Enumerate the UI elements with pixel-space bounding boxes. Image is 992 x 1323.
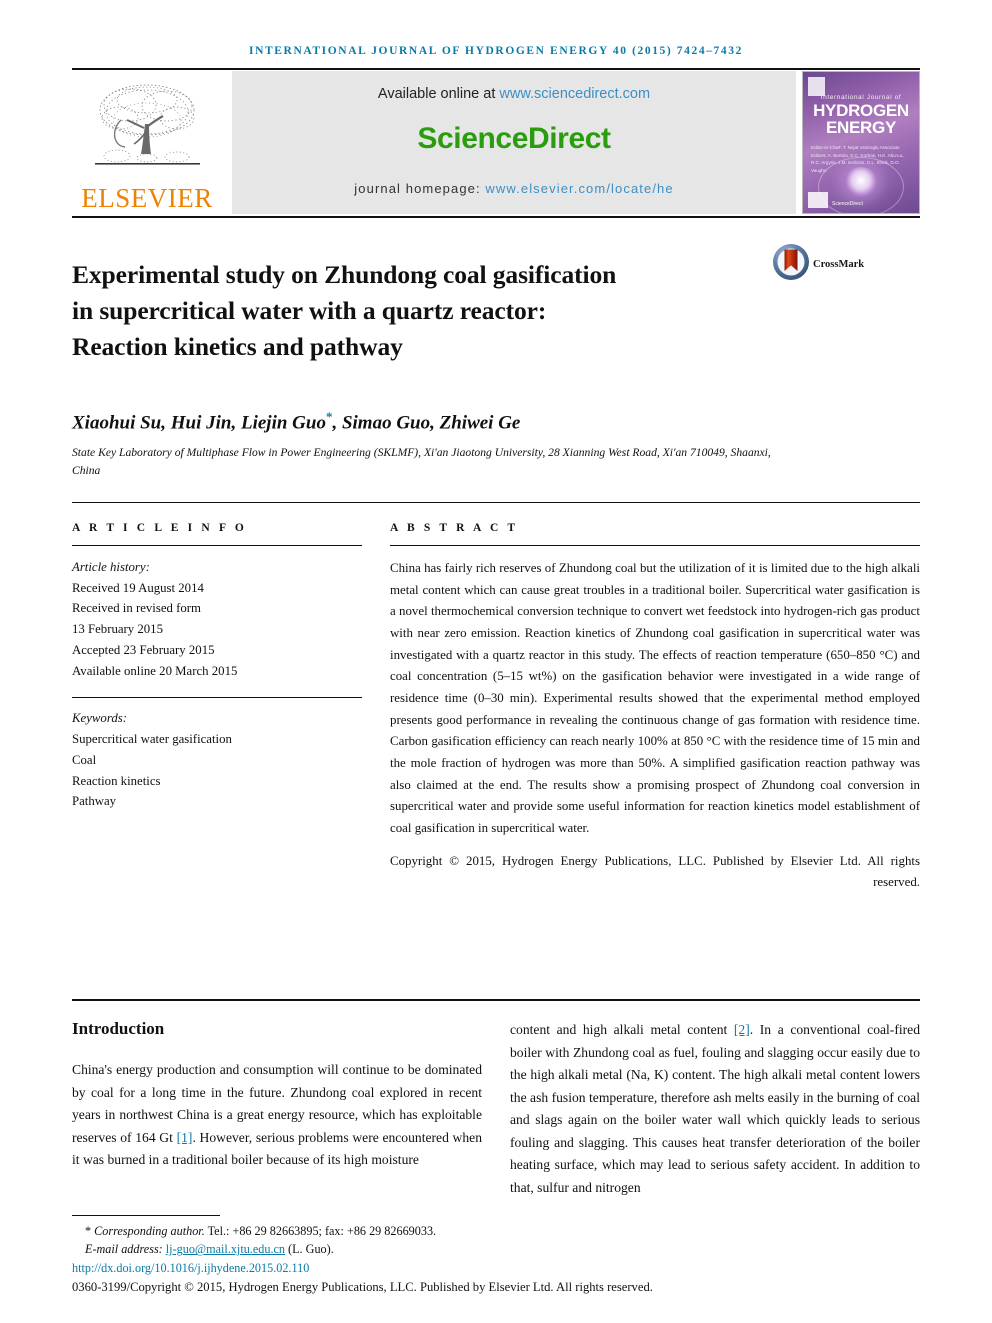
keywords-label: Keywords: [72,711,127,726]
cover-superline: International Journal of [820,94,902,101]
article-page: International Journal of Hydrogen Energy… [0,0,992,1323]
article-info-heading: A R T I C L E I N F O [72,522,247,535]
journal-masthead: ELSEVIER Available online at www.science… [72,71,920,214]
info-section-rule [72,502,920,504]
article-history-item: Available online 20 March 2015 [72,663,238,678]
sciencedirect-link[interactable]: www.sciencedirect.com [499,86,650,102]
available-online-line: Available online at www.sciencedirect.co… [232,86,796,102]
title-row: Experimental study on Zhundong coal gasi… [72,240,920,383]
crossmark-icon [772,243,810,286]
masthead-bottom-rule [72,216,920,218]
abstract-copyright: Copyright © 2015, Hydrogen Energy Public… [390,853,920,890]
citation-ref-1[interactable]: [1] [177,1130,193,1145]
sciencedirect-word-science: Science [417,121,528,155]
keyword-item: Supercritical water gasification [72,732,232,747]
intro-right-text-a: content and high alkali metal content [510,1022,734,1038]
cover-title-line1: HYDROGEN [813,101,909,120]
keyword-item: Coal [72,752,97,767]
email-link[interactable]: lj-guo@mail.xjtu.edu.cn [166,1242,285,1256]
footnote-star-icon: * [85,1223,92,1238]
page-title: Experimental study on Zhundong coal gasi… [72,257,772,366]
affiliation: State Key Laboratory of Multiphase Flow … [72,446,771,478]
doi-line[interactable]: http://dx.doi.org/10.1016/j.ijhydene.201… [72,1261,920,1276]
journal-homepage-label: journal homepage: [354,181,486,196]
article-title-line1: Experimental study on Zhundong coal gasi… [72,260,617,290]
page-footnote: * Corresponding author. Tel.: +86 29 826… [72,1214,920,1295]
introduction-heading: Introduction [72,1019,165,1039]
article-history-item: Received in revised form [72,601,201,616]
cover-title: HYDROGEN ENERGY [803,102,919,137]
body-column-right: content and high alkali metal content [2… [510,1019,920,1213]
sciencedirect-word-direct: Direct [527,121,611,155]
keywords-rule [72,697,362,699]
email-line: E-mail address: lj-guo@mail.xjtu.edu.cn … [72,1240,920,1259]
article-history-item: Accepted 23 February 2015 [72,642,215,657]
abstract-underline [390,545,920,547]
email-label: E-mail address: [85,1242,166,1257]
cover-association-icon [808,192,828,208]
corresponding-author-label: Corresponding author. [94,1223,205,1238]
masthead-top-rule [72,68,920,70]
intro-right-text-b: . In a conventional coal-fired boiler wi… [510,1022,920,1196]
keyword-item: Reaction kinetics [72,773,161,788]
abstract-text: China has fairly rich reserves of Zhundo… [390,561,920,836]
body-columns: Introduction China's energy production a… [72,1019,920,1213]
cover-sciencedirect-mark: ScienceDirect [832,200,863,207]
footnote-rule [72,1214,220,1216]
author-names-secondary: , Simao Guo, Zhiwei Ge [332,412,521,434]
corresponding-author-contact: Tel.: +86 29 82663895; fax: +86 29 82669… [204,1223,437,1238]
journal-homepage-line: journal homepage: www.elsevier.com/locat… [232,181,796,196]
corresponding-author-line: * Corresponding author. Tel.: +86 29 826… [72,1222,920,1241]
author-names-primary: Xiaohui Su, Hui Jin, Liejin Guo [72,412,326,434]
article-history-label: Article history: [72,560,150,575]
keywords-block: Keywords: Supercritical water gasificati… [72,708,362,812]
article-title-line3: Reaction kinetics and pathway [72,332,403,362]
doi-link[interactable]: http://dx.doi.org/10.1016/j.ijhydene.201… [72,1261,309,1275]
sciencedirect-panel: Available online at www.sciencedirect.co… [232,71,796,214]
crossmark-label: CrossMark [813,259,865,270]
journal-homepage-link[interactable]: www.elsevier.com/locate/he [485,181,673,196]
abstract-heading: A B S T R A C T [390,522,519,535]
article-history-block: Article history: Received 19 August 2014… [72,557,362,681]
issn-copyright-line: 0360-3199/Copyright © 2015, Hydrogen Ene… [72,1280,653,1294]
article-history-item: 13 February 2015 [72,622,163,637]
sciencedirect-wordmark: ScienceDirect [232,122,796,156]
elsevier-logo: ELSEVIER [72,71,222,214]
crossmark-badge[interactable]: CrossMark [772,240,890,286]
article-info-column: A R T I C L E I N F O Article history: R… [72,522,362,894]
article-title-line2: in supercritical water with a quartz rea… [72,296,547,326]
elsevier-wordmark: ELSEVIER [81,183,213,213]
article-info-underline [72,545,362,547]
introduction-paragraph-right: content and high alkali metal content [2… [510,1019,920,1200]
journal-cover-image: International Journal of HYDROGEN ENERGY… [802,71,920,214]
cover-title-line2: ENERGY [826,118,896,138]
info-abstract-grid: A R T I C L E I N F O Article history: R… [72,522,920,894]
body-column-left: Introduction China's energy production a… [72,1019,482,1213]
citation-ref-2[interactable]: [2] [734,1022,750,1037]
author-list: Xiaohui Su, Hui Jin, Liejin Guo*, Simao … [72,409,920,434]
running-head: International Journal of Hydrogen Energy… [249,45,743,57]
elsevier-tree-icon [85,80,210,184]
keyword-item: Pathway [72,794,117,809]
abstract-column: A B S T R A C T China has fairly rich re… [390,522,920,894]
footnote-lines: * Corresponding author. Tel.: +86 29 826… [72,1222,920,1259]
body-section-rule [72,999,920,1002]
introduction-paragraph-left: China's energy production and consumptio… [72,1059,482,1172]
article-history-item: Received 19 August 2014 [72,580,204,595]
available-online-text: Available online at [377,86,500,102]
email-owner: (L. Guo). [285,1242,334,1257]
cover-footer: ScienceDirect [808,192,914,208]
